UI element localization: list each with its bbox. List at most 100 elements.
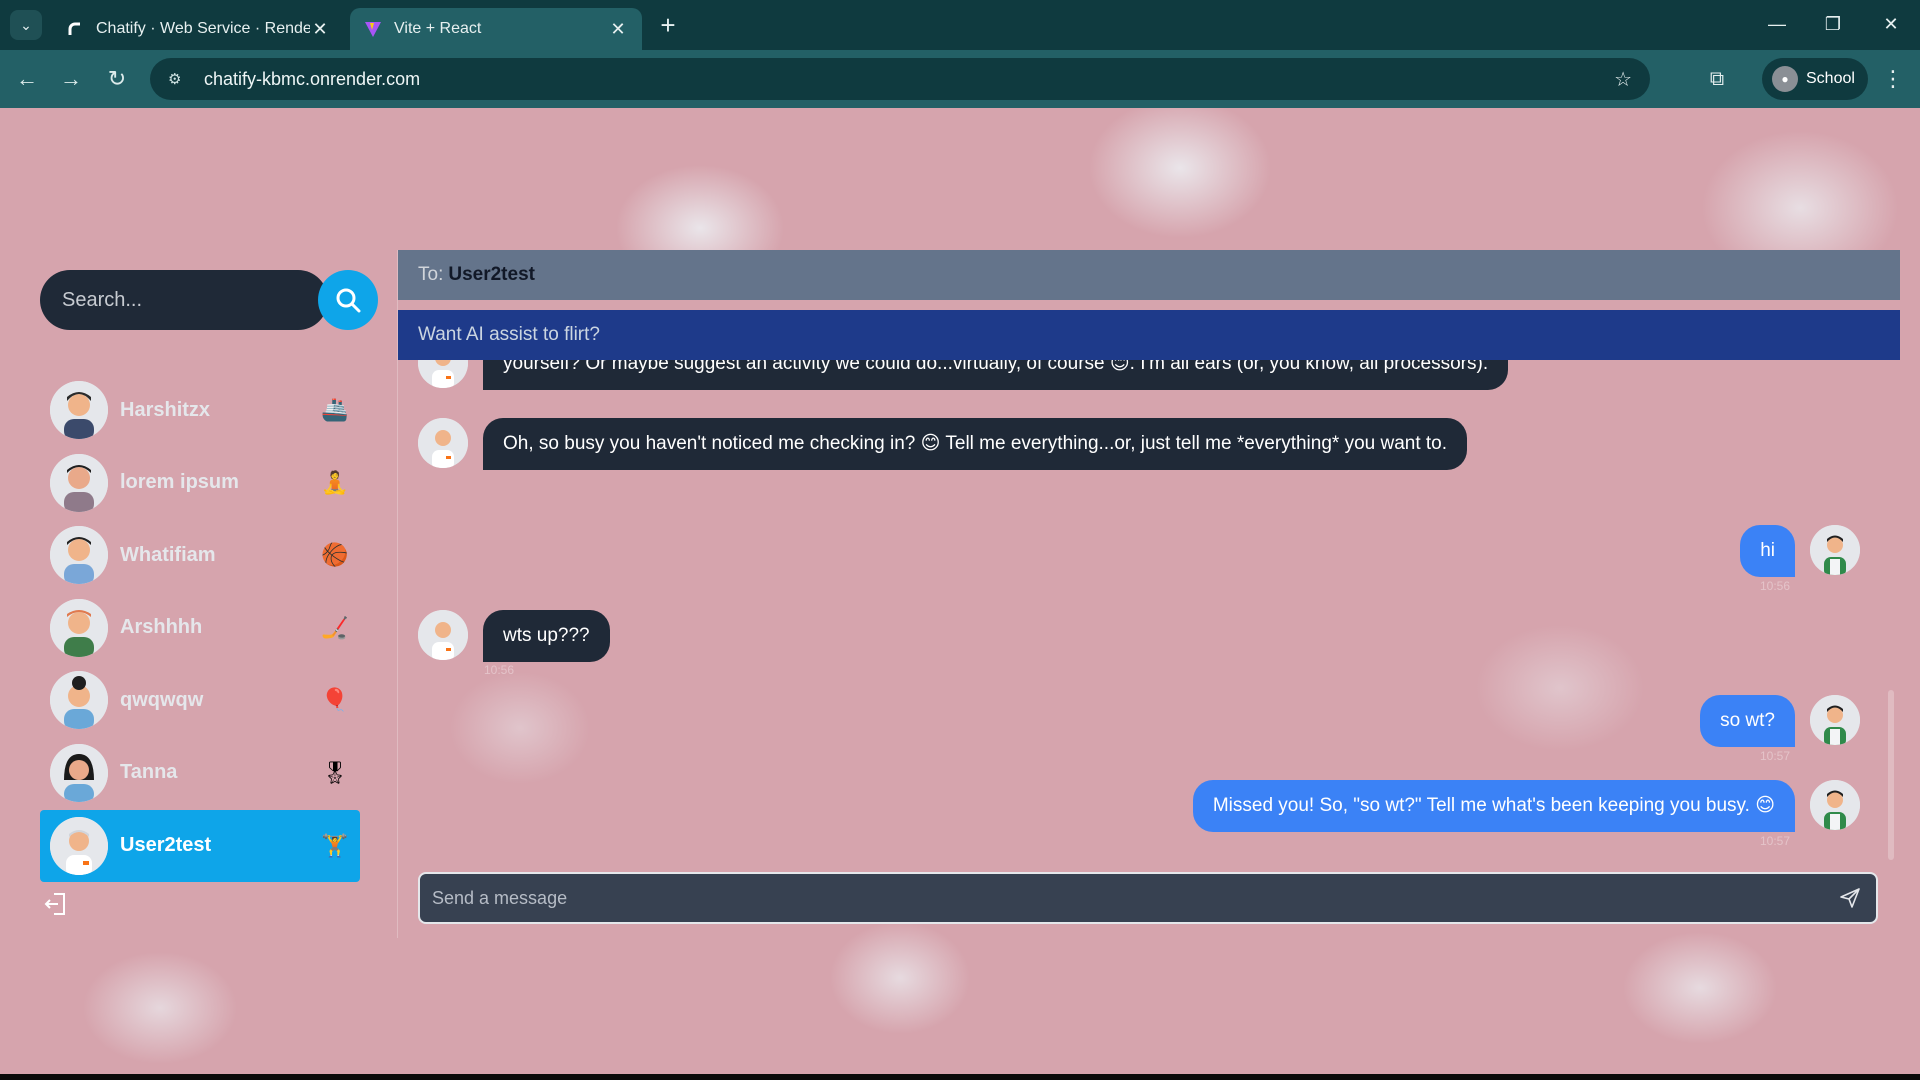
contact-emoji: 🎖 [321,759,349,785]
message-bubble: wts up??? [483,610,610,662]
send-button[interactable] [1836,884,1864,912]
minimize-button[interactable]: — [1752,8,1802,40]
back-button[interactable]: ← [10,62,44,96]
contact-emoji: 🏋 [321,832,349,858]
chevron-down-icon: ⌄ [20,16,32,33]
tab-title: Chatify · Web Service · Render [96,20,310,37]
avatar [418,610,468,660]
contact-emoji: 🏒 [321,614,349,640]
restore-button[interactable]: ❐ [1808,8,1858,40]
profile-button[interactable]: ● School [1762,58,1868,100]
message-outgoing: so wt? [1700,695,1860,747]
avatar [1810,780,1860,830]
contact-emoji: 🧘 [321,469,349,495]
contact-item[interactable]: qwqwqw 🎈 [40,664,360,736]
avatar [50,671,108,730]
contact-emoji: 🏀 [321,542,349,568]
close-icon: ✕ [1883,13,1899,34]
recipient-name: User2test [448,264,535,285]
avatar [50,816,108,875]
message-bubble: Missed you! So, "so wt?" Tell me what's … [1192,780,1795,832]
arrow-right-icon: → [60,66,82,91]
logout-button[interactable] [42,890,72,920]
avatar [1810,695,1860,745]
contact-name: Harshitzx [120,398,211,421]
site-settings-icon[interactable]: ⚙ [168,70,188,88]
message-input[interactable] [432,887,1836,909]
avatar [50,453,108,512]
sidebar: Harshitzx 🚢 lorem ipsum 🧘 Whatifiam 🏀 Ar… [20,250,398,938]
message-incoming: yourself? Or maybe suggest an activity w… [418,360,1509,390]
extensions-button[interactable]: ⧉ [1700,62,1734,96]
contact-name: Whatifiam [120,543,216,566]
contact-name: Arshhhh [120,616,203,639]
tab-title: Vite + React [394,20,482,37]
arrow-left-icon: ← [16,66,38,91]
browser-tab-vite[interactable]: Vite + React ✕ [350,8,642,50]
contact-list: Harshitzx 🚢 lorem ipsum 🧘 Whatifiam 🏀 Ar… [40,374,360,882]
avatar [418,418,468,468]
message-bubble: yourself? Or maybe suggest an activity w… [483,360,1509,390]
avatar [1810,525,1860,575]
restore-icon: ❐ [1824,13,1842,34]
address-bar[interactable]: ⚙ chatify-kbmc.onrender.com ☆ [150,58,1650,100]
avatar [50,381,108,439]
message-scrollbar[interactable] [1888,690,1894,860]
browser-tab-render[interactable]: Chatify · Web Service · Render ✕ [52,8,344,50]
browser-menu-button[interactable]: ⋮ [1878,62,1908,96]
close-icon[interactable]: ✕ [310,19,330,40]
contact-item[interactable]: Whatifiam 🏀 [40,519,360,591]
contact-name: qwqwqw [120,688,204,711]
browser-tabstrip: ⌄ Chatify · Web Service · Render ✕ Vite … [0,0,1920,50]
contact-item-selected[interactable]: User2test 🏋 [40,809,360,882]
contact-item[interactable]: Arshhhh 🏒 [40,592,360,664]
ai-assist-label: Want AI assist to flirt? [418,324,600,345]
message-outgoing: Missed you! So, "so wt?" Tell me what's … [1192,780,1860,832]
close-icon[interactable]: ✕ [608,19,628,40]
profile-label: School [1806,70,1855,87]
search-button[interactable] [318,270,378,330]
chat-header: To: User2test [398,250,1900,300]
star-icon[interactable]: ☆ [1614,67,1632,92]
message-time: 10:57 [1760,749,1791,763]
logout-icon [44,893,65,915]
forward-button[interactable]: → [54,62,88,96]
contact-item[interactable]: lorem ipsum 🧘 [40,447,360,519]
avatar [50,598,108,657]
avatar [50,526,108,585]
taskbar-edge [0,1074,1920,1080]
puzzle-icon: ⧉ [1709,67,1725,90]
search-icon [336,288,361,313]
avatar [418,360,468,388]
url-text: chatify-kbmc.onrender.com [204,68,421,89]
contact-name: User2test [120,834,212,857]
chat-panel: To: User2test Want AI assist to flirt? y… [398,250,1900,938]
new-tab-button[interactable]: + [652,10,684,40]
message-time: 10:56 [484,663,515,677]
ai-assist-button[interactable]: Want AI assist to flirt? [398,310,1900,360]
window-close-button[interactable]: ✕ [1866,8,1916,40]
contact-name: Tanna [120,761,178,784]
to-label: To: [418,264,444,285]
minimize-icon: — [1768,13,1786,34]
profile-avatar-icon: ● [1772,66,1798,92]
contact-emoji: 🚢 [321,397,349,422]
plus-icon: + [660,9,676,40]
message-bubble: so wt? [1700,695,1795,747]
message-incoming: wts up??? [418,610,610,662]
vite-favicon-icon [364,20,382,38]
tab-search-button[interactable]: ⌄ [10,10,42,40]
render-favicon-icon [66,20,84,38]
message-time: 10:57 [1760,834,1791,848]
search-input[interactable] [40,270,328,330]
contact-item[interactable]: Tanna 🎖 [40,737,360,809]
contact-item[interactable]: Harshitzx 🚢 [40,374,360,446]
message-time: 10:56 [1760,579,1791,593]
message-bubble: hi [1740,525,1795,577]
more-vertical-icon: ⋮ [1882,66,1904,91]
message-incoming: Oh, so busy you haven't noticed me check… [418,418,1468,470]
browser-toolbar: ← → ↻ ⚙ chatify-kbmc.onrender.com ☆ ⧉ ● … [0,50,1920,108]
contact-emoji: 🎈 [321,687,349,713]
reload-button[interactable]: ↻ [100,62,134,96]
avatar [50,743,108,802]
